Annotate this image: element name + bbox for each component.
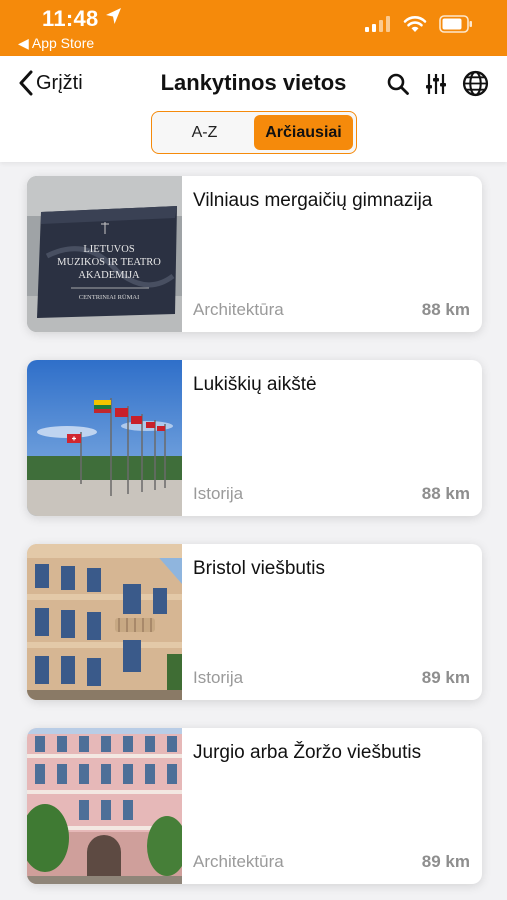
place-thumbnail: LIETUVOS MUZIKOS IR TEATRO AKADEMIJA CEN… <box>27 176 182 332</box>
location-arrow-icon <box>106 8 121 24</box>
sort-segmented-control: A-Z Arčiausiai <box>151 111 357 154</box>
place-distance: 88 km <box>421 484 470 503</box>
segment-a-z[interactable]: A-Z <box>155 115 254 150</box>
place-category: Istorija <box>193 668 244 687</box>
wifi-icon <box>403 16 427 32</box>
filter-sliders-icon[interactable] <box>424 72 448 101</box>
navigation-bar: Grįžti Lankytinos vietos A-Z Arčiausiai <box>0 56 507 162</box>
status-bar: 11:48 ◀ App Store <box>0 0 507 56</box>
list-item[interactable]: Lukiškių aikštė Istorija 88 km <box>27 360 482 516</box>
list-item[interactable]: LIETUVOS MUZIKOS IR TEATRO AKADEMIJA CEN… <box>27 176 482 332</box>
place-title: Bristol viešbutis <box>193 558 325 579</box>
place-category: Architektūra <box>193 300 284 319</box>
status-time: 11:48 <box>42 6 99 31</box>
place-title: Vilniaus mergaičių gimnazija <box>193 190 433 211</box>
battery-icon <box>439 15 472 33</box>
place-category: Architektūra <box>193 852 284 871</box>
place-thumbnail <box>27 360 182 516</box>
list-item[interactable]: Bristol viešbutis Istorija 89 km <box>27 544 482 700</box>
sign-line-2: MUZIKOS IR TEATRO <box>57 257 161 268</box>
sign-line-4: CENTRINIAI RŪMAI <box>79 294 139 301</box>
place-category: Istorija <box>193 484 244 503</box>
segment-nearest[interactable]: Arčiausiai <box>254 115 353 150</box>
sign-line-3: AKADEMIJA <box>78 270 140 281</box>
place-thumbnail <box>27 728 182 884</box>
place-title: Lukiškių aikštė <box>193 374 317 395</box>
signal-icon <box>365 16 390 32</box>
place-distance: 89 km <box>421 668 470 687</box>
status-indicators <box>365 14 473 34</box>
place-title: Jurgio arba Žoržo viešbutis <box>193 742 422 763</box>
nav-actions <box>386 70 489 102</box>
list-item[interactable]: Jurgio arba Žoržo viešbutis Architektūra… <box>27 728 482 884</box>
search-icon[interactable] <box>386 72 410 101</box>
back-to-app-store-link[interactable]: ◀ App Store <box>18 35 94 52</box>
place-distance: 88 km <box>421 300 470 319</box>
place-thumbnail <box>27 544 182 700</box>
place-distance: 89 km <box>421 852 470 871</box>
sign-line-1: LIETUVOS <box>83 244 134 255</box>
globe-icon[interactable] <box>462 70 489 102</box>
